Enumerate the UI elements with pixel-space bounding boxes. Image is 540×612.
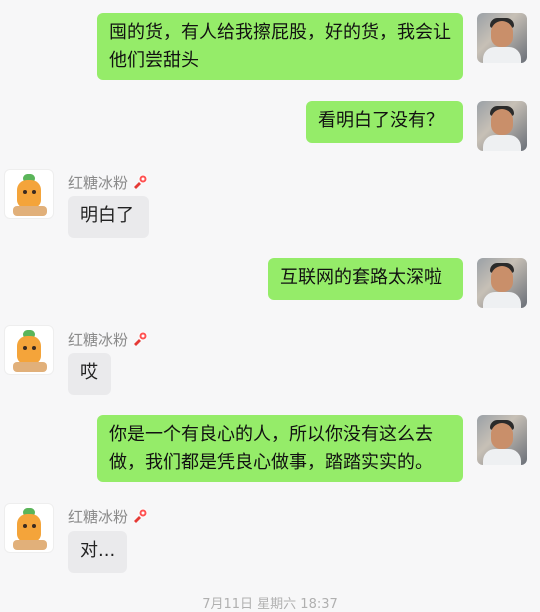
contact-name: 红糖冰粉 — [68, 331, 129, 349]
carrot-eye — [23, 346, 27, 350]
self-message-bubble[interactable]: 囤的货，有人给我擦屁股，好的货，我会让他们尝甜头 — [97, 13, 463, 80]
self-message-bubble[interactable]: 互联网的套路太深啦 — [268, 258, 463, 300]
self-message-bubble[interactable]: 你是一个有良心的人，所以你没有这么去做，我们都是凭良心做事，踏踏实实的。 — [97, 415, 463, 482]
carrot-body — [17, 336, 41, 364]
contact-message-bubble[interactable]: 明白了 — [68, 196, 149, 238]
contact-name: 红糖冰粉 — [68, 508, 129, 526]
carrot-eye — [32, 190, 36, 194]
carrot-base — [13, 206, 47, 216]
contact-message-bubble[interactable]: 哎 — [68, 353, 111, 395]
red-bow-badge-icon — [134, 174, 148, 189]
contact-name-row: 红糖冰粉 — [68, 329, 149, 350]
carrot-base — [13, 540, 47, 550]
carrot-eye — [23, 190, 27, 194]
contact-avatar[interactable] — [4, 503, 54, 553]
contact-message-bubble[interactable]: 对... — [68, 531, 127, 573]
chat-timestamp: 7月11日 星期六 18:37 — [202, 597, 338, 612]
self-avatar-shirt — [483, 135, 521, 151]
contact-avatar[interactable] — [4, 325, 54, 375]
contact-name-row: 红糖冰粉 — [68, 172, 149, 193]
self-avatar-face — [491, 266, 513, 292]
contact-avatar[interactable] — [4, 169, 54, 219]
carrot-eye — [32, 346, 36, 350]
self-avatar-face — [491, 423, 513, 449]
self-message-bubble[interactable]: 看明白了没有？ — [306, 101, 463, 143]
self-avatar-shirt — [483, 449, 521, 465]
contact-name-row: 红糖冰粉 — [68, 506, 149, 527]
self-avatar[interactable] — [477, 415, 527, 465]
self-avatar-shirt — [483, 292, 521, 308]
contact-name: 红糖冰粉 — [68, 174, 129, 192]
carrot-body — [17, 514, 41, 542]
red-bow-badge-icon — [134, 331, 148, 346]
self-avatar[interactable] — [477, 13, 527, 63]
self-avatar[interactable] — [477, 101, 527, 151]
carrot-body — [17, 180, 41, 208]
self-avatar-face — [491, 109, 513, 135]
carrot-base — [13, 362, 47, 372]
red-bow-badge-icon — [134, 508, 148, 523]
self-avatar-face — [491, 21, 513, 47]
self-avatar-shirt — [483, 47, 521, 63]
self-avatar[interactable] — [477, 258, 527, 308]
carrot-eye — [23, 524, 27, 528]
carrot-eye — [32, 524, 36, 528]
